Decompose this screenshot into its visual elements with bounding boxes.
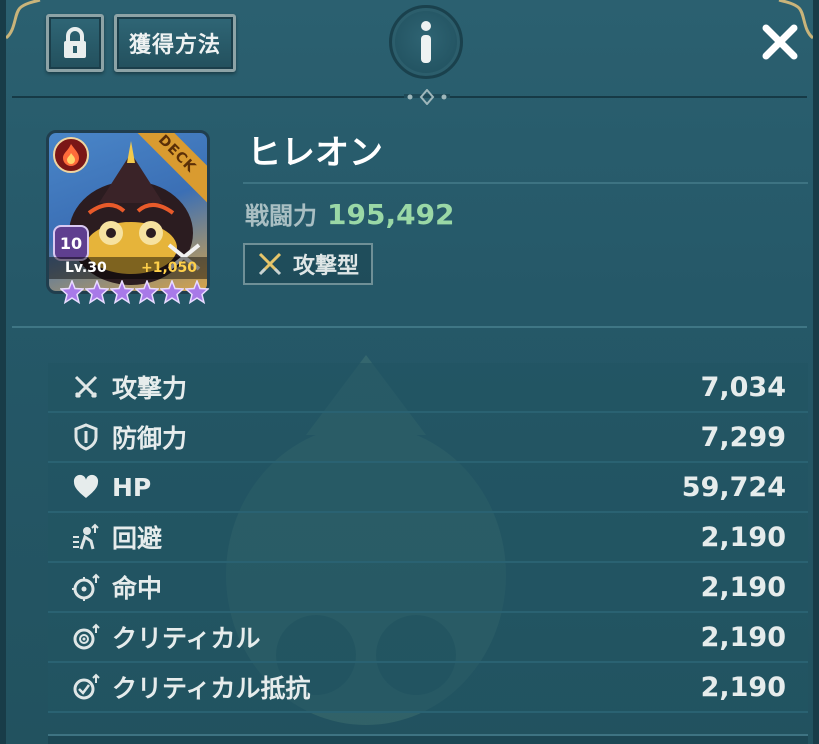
level-strip: Lv.30 +1,050 <box>49 257 207 279</box>
stat-row-accuracy: 命中 2,190 <box>48 563 808 613</box>
star-icon <box>185 280 209 304</box>
unit-type-label: 攻撃型 <box>293 254 360 279</box>
character-name: ヒレオン <box>243 130 808 184</box>
rank-badge: 10 <box>53 225 89 261</box>
close-icon <box>762 24 798 60</box>
header-divider-ornament <box>404 89 450 105</box>
section-divider <box>12 326 807 328</box>
stat-value: 59,724 <box>681 471 786 503</box>
bottom-panel-edge <box>48 734 808 744</box>
stats-table: 攻撃力 7,034 防御力 7,299 HP 59,724 回避 2,190 命… <box>48 363 808 713</box>
stat-value: 7,034 <box>700 371 786 403</box>
combat-power-label: 戦闘力 <box>245 202 317 230</box>
stat-row-critical-resist: クリティカル抵抗 2,190 <box>48 663 808 713</box>
character-info: ヒレオン 戦闘力 195,492 攻撃型 <box>243 130 808 285</box>
close-button[interactable] <box>758 20 802 64</box>
lock-icon <box>64 27 86 58</box>
info-button[interactable] <box>389 5 463 79</box>
stat-label: クリティカル <box>112 624 261 653</box>
stat-row-evasion: 回避 2,190 <box>48 513 808 563</box>
stat-label: 回避 <box>112 524 163 553</box>
stat-value: 2,190 <box>700 621 786 653</box>
star-icon <box>160 280 184 304</box>
unit-type-tag: 攻撃型 <box>243 243 374 285</box>
stat-label: 攻撃力 <box>112 374 188 403</box>
acquire-method-button[interactable]: 獲得方法 <box>114 14 236 72</box>
stat-value: 7,299 <box>700 421 786 453</box>
lock-button[interactable] <box>46 14 104 72</box>
stat-label: HP <box>112 472 152 502</box>
stat-row-attack: 攻撃力 7,034 <box>48 363 808 413</box>
heart-icon <box>70 471 102 503</box>
critical-icon <box>70 621 102 653</box>
stat-label: 防御力 <box>112 424 188 453</box>
level-text: Lv.30 <box>65 260 107 276</box>
stat-label: クリティカル抵抗 <box>112 674 311 703</box>
combat-power-value: 195,492 <box>327 198 455 231</box>
star-icon <box>85 280 109 304</box>
info-icon <box>421 21 431 63</box>
combat-power-row: 戦闘力 195,492 <box>243 196 808 231</box>
stat-row-hp: HP 59,724 <box>48 463 808 513</box>
character-portrait: DECK 10 Lv.30 +1,050 <box>46 130 210 294</box>
evasion-icon <box>70 521 102 553</box>
fire-element-icon <box>53 137 89 173</box>
star-icon <box>135 280 159 304</box>
shield-icon <box>70 421 102 453</box>
stat-value: 2,190 <box>700 671 786 703</box>
header: 獲得方法 <box>6 0 813 105</box>
star-icon <box>60 280 84 304</box>
crossed-swords-icon <box>258 252 282 276</box>
bonus-text: +1,050 <box>140 260 197 276</box>
critical-resist-icon <box>70 671 102 703</box>
stat-value: 2,190 <box>700 571 786 603</box>
acquire-method-label: 獲得方法 <box>128 33 221 58</box>
unit-detail-panel: 獲得方法 DECK 10 Lv.30 +1,050 ヒレオン 戦闘力 195,4… <box>0 0 819 744</box>
star-rating <box>60 280 209 304</box>
stat-row-critical: クリティカル 2,190 <box>48 613 808 663</box>
sword-icon <box>70 371 102 403</box>
stat-row-defense: 防御力 7,299 <box>48 413 808 463</box>
stat-value: 2,190 <box>700 521 786 553</box>
accuracy-icon <box>70 571 102 603</box>
star-icon <box>110 280 134 304</box>
character-card[interactable]: DECK 10 Lv.30 +1,050 <box>46 130 210 310</box>
stat-label: 命中 <box>112 574 163 603</box>
